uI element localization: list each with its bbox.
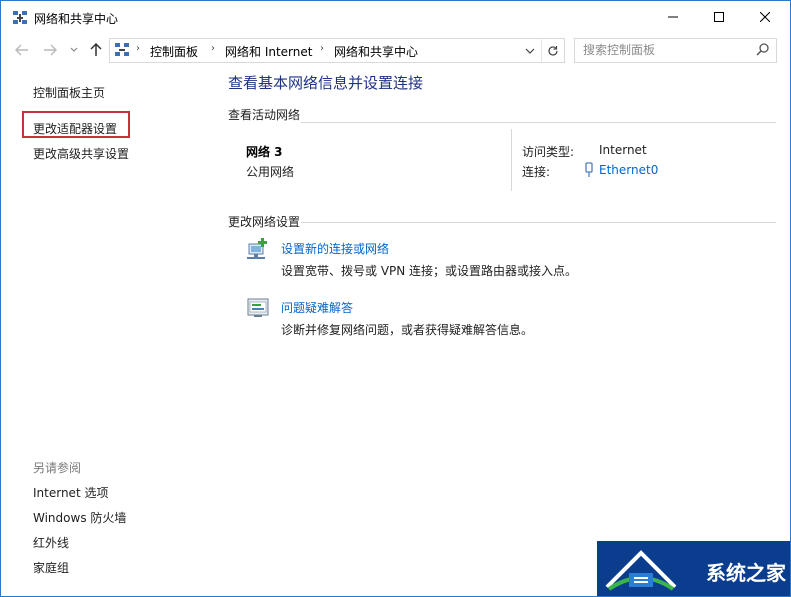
ethernet-icon [585, 162, 593, 177]
troubleshoot-problems-description: 诊断并修复网络问题，或者获得疑难解答信息。 [281, 323, 534, 337]
address-dropdown-button[interactable] [519, 38, 541, 63]
breadcrumb-network-internet[interactable]: 网络和 Internet [225, 43, 312, 60]
change-advanced-sharing-link[interactable]: 更改高级共享设置 [33, 145, 129, 162]
arrow-up-icon [90, 43, 102, 56]
section-divider [301, 122, 776, 123]
search-input[interactable] [583, 42, 743, 58]
search-box[interactable] [574, 38, 777, 63]
recent-locations-button[interactable] [65, 41, 83, 59]
homegroup-link[interactable]: 家庭组 [33, 559, 69, 576]
infrared-link[interactable]: 红外线 [33, 534, 69, 551]
change-network-settings-heading: 更改网络设置 [228, 215, 301, 229]
section-divider [301, 222, 776, 223]
network-type-link[interactable]: 公用网络 [246, 163, 294, 180]
ethernet-connection-link[interactable]: Ethernet0 [599, 163, 658, 177]
maximize-icon [714, 12, 724, 22]
arrow-left-icon [15, 44, 28, 56]
connection-label: 连接: [522, 165, 551, 179]
maximize-button[interactable] [696, 1, 742, 33]
access-type-value: Internet [599, 143, 647, 157]
control-panel-home-link[interactable]: 控制面板主页 [33, 84, 105, 101]
change-adapter-settings-link[interactable]: 更改适配器设置 [33, 120, 117, 137]
chevron-down-icon [70, 47, 78, 52]
see-also-heading: 另请参阅 [33, 461, 82, 475]
watermark-house-icon [605, 550, 677, 591]
close-button[interactable] [742, 1, 788, 33]
address-bar[interactable]: › 控制面板 › 网络和 Internet › 网络和共享中心 [109, 38, 565, 63]
watermark-logo: 系统之家 [597, 541, 790, 596]
forward-button[interactable] [41, 41, 59, 59]
breadcrumb-control-panel[interactable]: 控制面板 [150, 43, 198, 60]
control-panel-icon [115, 43, 129, 56]
breadcrumb-separator-icon: › [211, 43, 215, 54]
access-type-label: 访问类型: [522, 145, 575, 159]
internet-options-link[interactable]: Internet 选项 [33, 484, 108, 501]
refresh-icon [548, 45, 558, 56]
title-bar[interactable]: 网络和共享中心 [1, 1, 790, 33]
minimize-icon [668, 16, 678, 18]
breadcrumb-network-sharing-center[interactable]: 网络和共享中心 [334, 43, 418, 60]
new-connection-icon [247, 238, 267, 259]
breadcrumb-separator-icon: › [320, 43, 324, 54]
network-name: 网络 3 [246, 145, 283, 159]
setup-new-connection-description: 设置宽带、拨号或 VPN 连接；或设置路由器或接入点。 [281, 264, 578, 278]
minimize-button[interactable] [650, 1, 696, 33]
up-button[interactable] [87, 41, 105, 59]
breadcrumb-separator-icon: › [136, 43, 140, 54]
troubleshoot-problems-link[interactable]: 问题疑难解答 [281, 299, 353, 316]
watermark-text: 系统之家 [706, 561, 786, 585]
troubleshoot-icon [247, 298, 269, 317]
windows-firewall-link[interactable]: Windows 防火墙 [33, 509, 126, 526]
active-networks-heading: 查看活动网络 [228, 108, 301, 122]
search-icon[interactable] [756, 42, 770, 56]
refresh-button[interactable] [541, 38, 564, 63]
chevron-down-icon [525, 48, 535, 54]
setup-new-connection-link[interactable]: 设置新的连接或网络 [281, 240, 389, 257]
back-button[interactable] [13, 41, 31, 59]
arrow-right-icon [44, 44, 57, 56]
window-title: 网络和共享中心 [34, 12, 119, 26]
network-sharing-center-window: 网络和共享中心 › 控制面板 › 网络和 Internet › 网络和共享中心 … [0, 0, 791, 597]
network-center-icon [13, 11, 27, 24]
network-divider [511, 129, 512, 191]
page-title: 查看基本网络信息并设置连接 [228, 74, 424, 92]
close-icon [760, 12, 770, 22]
